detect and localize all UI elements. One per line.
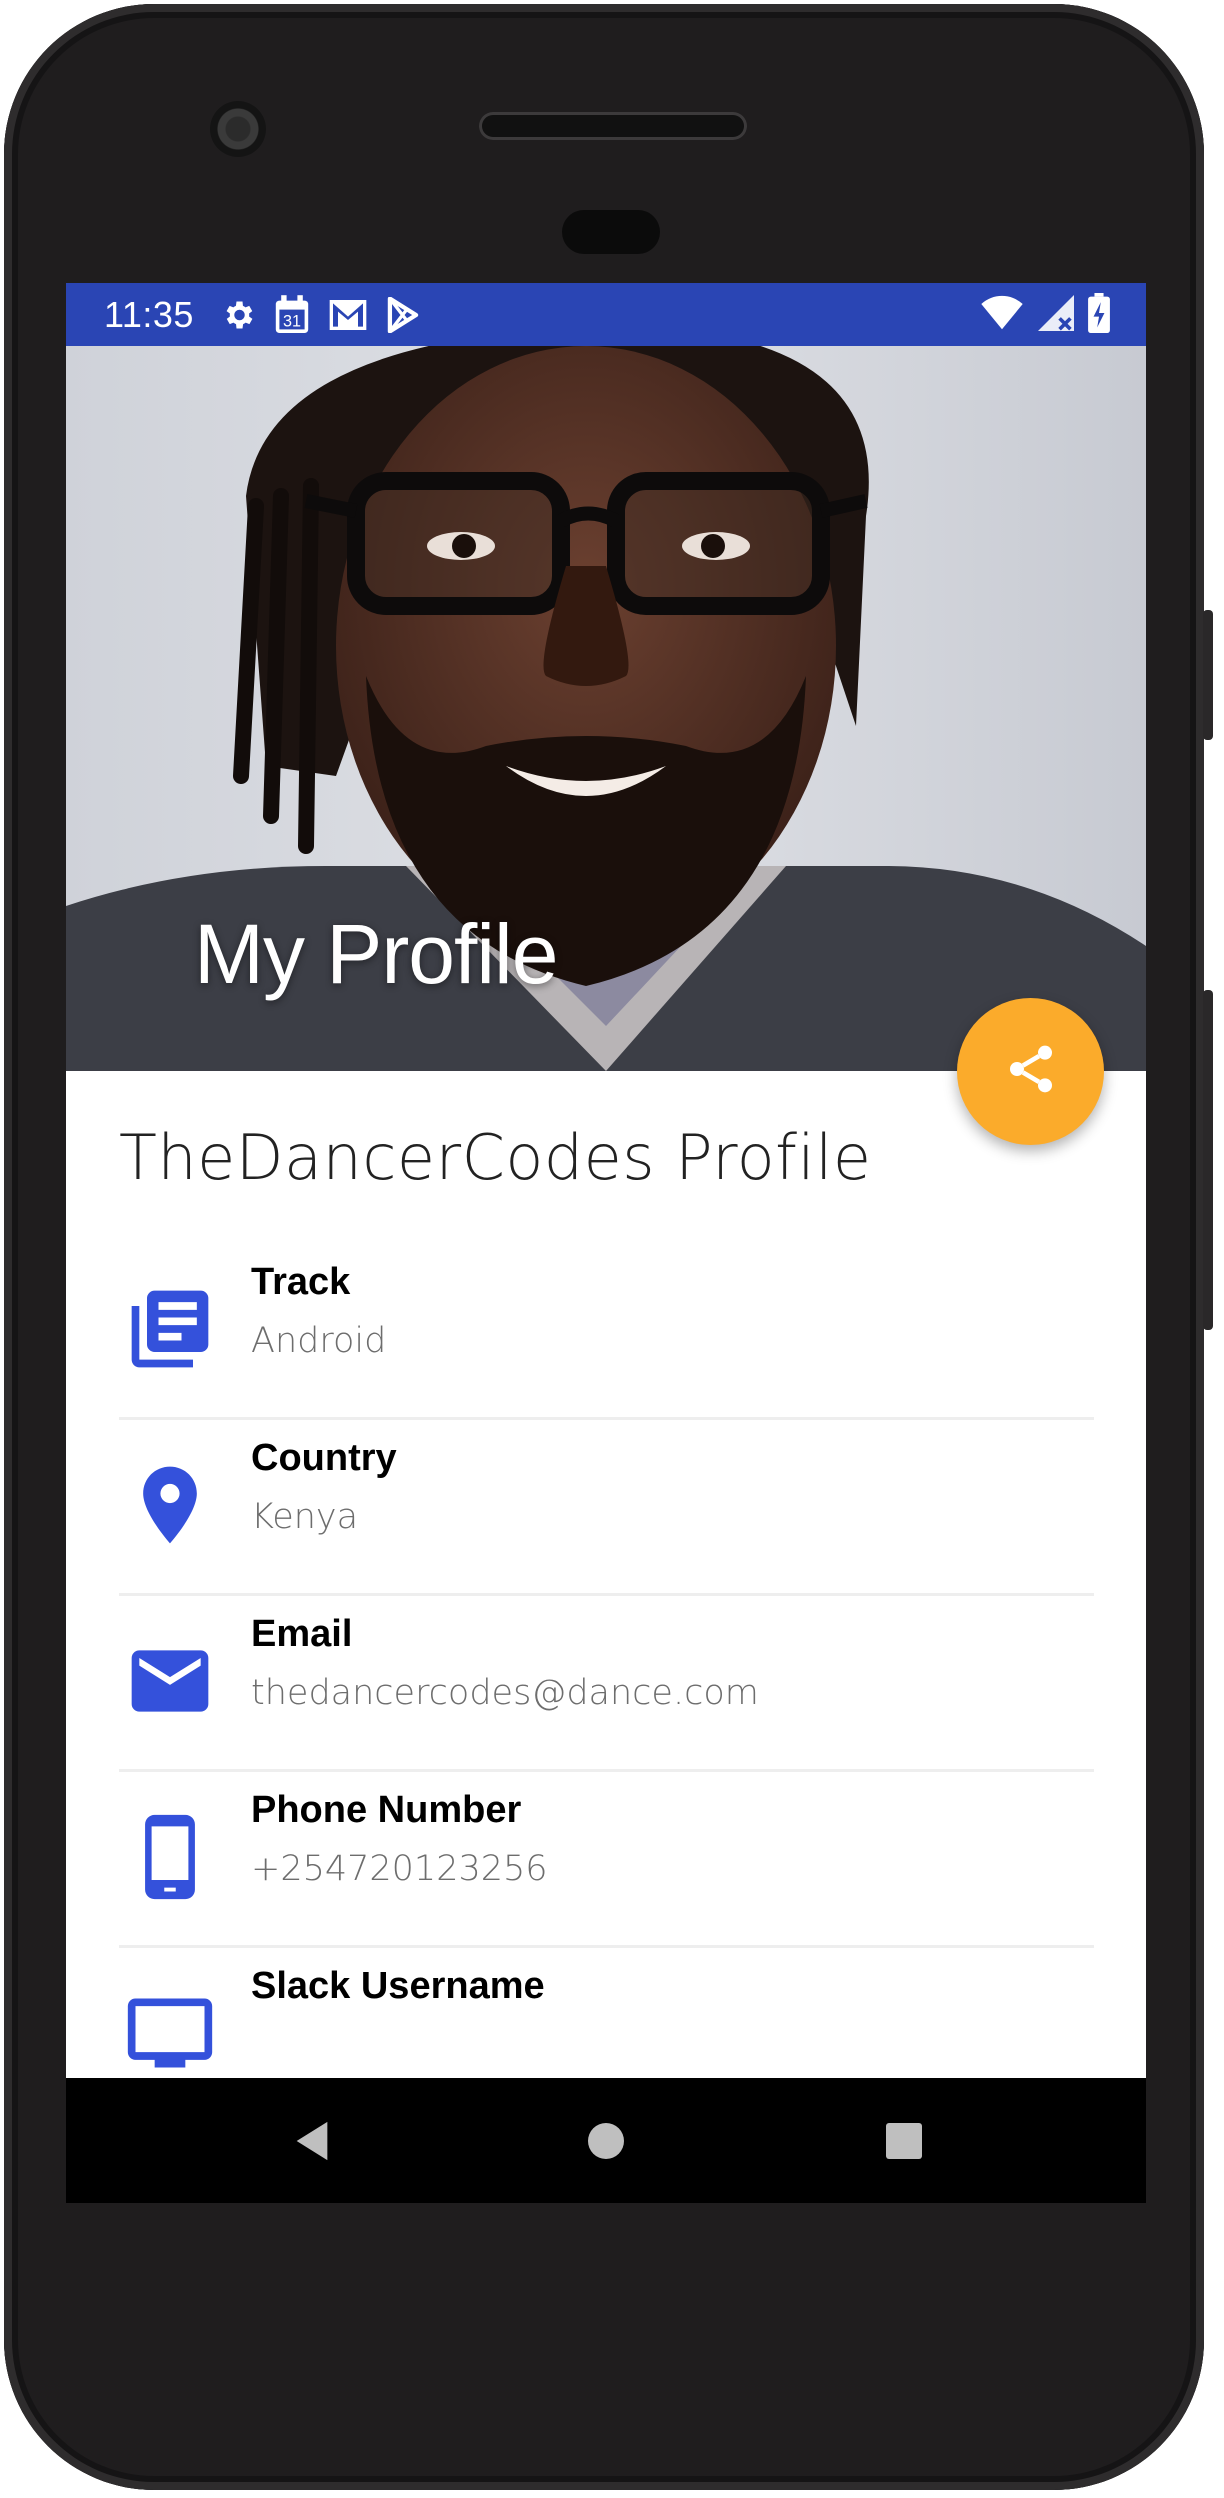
phone-icon [119,1769,221,1945]
svg-text:31: 31 [283,312,301,330]
info-label: Country [251,1437,397,1479]
proximity-sensor [562,210,660,254]
info-value: thedancercodes@dance.com [251,1673,759,1713]
recents-button[interactable] [834,2078,974,2203]
recents-icon [886,2122,922,2159]
info-label: Phone Number [251,1789,522,1831]
battery-icon [1088,293,1110,333]
status-bar: 11:35 31 [66,283,1146,346]
info-row-country[interactable]: Country Kenya [119,1417,1094,1596]
profile-heading: TheDancerCodes Profile [119,1121,872,1194]
volume-button [1203,990,1213,1330]
app-screen: 11:35 31 My Profile TheDancerCodes Profi… [66,283,1146,2203]
info-value: Android [251,1321,387,1361]
profile-content: TheDancerCodes Profile Track Android Cou… [66,1071,1146,2203]
info-row-phone[interactable]: Phone Number +254720123256 [119,1769,1094,1948]
gmail-icon [328,298,368,332]
info-value: Kenya [251,1497,359,1537]
gear-icon [220,297,256,333]
header-title: My Profile [194,907,558,1001]
profile-header-photo: My Profile [66,346,1146,1071]
location-pin-icon [119,1417,221,1593]
front-camera [210,101,266,157]
play-store-icon [386,296,420,333]
calendar-icon: 31 [274,294,310,335]
status-time: 11:35 [104,293,194,335]
earpiece-speaker [479,112,747,140]
email-icon [119,1593,221,1769]
navigation-bar [66,2078,1146,2203]
power-button [1203,610,1213,740]
cell-signal-icon [1038,295,1074,331]
wifi-icon [980,295,1024,331]
back-button[interactable] [242,2078,382,2203]
back-icon [296,2121,328,2160]
home-icon [588,2122,624,2159]
info-label: Track [251,1261,351,1303]
info-row-track[interactable]: Track Android [119,1241,1094,1420]
info-label: Email [251,1613,353,1655]
home-button[interactable] [536,2078,676,2203]
info-label: Slack Username [251,1965,545,2007]
track-list-icon [119,1241,221,1417]
info-value: +254720123256 [251,1849,548,1889]
info-row-email[interactable]: Email thedancercodes@dance.com [119,1593,1094,1772]
